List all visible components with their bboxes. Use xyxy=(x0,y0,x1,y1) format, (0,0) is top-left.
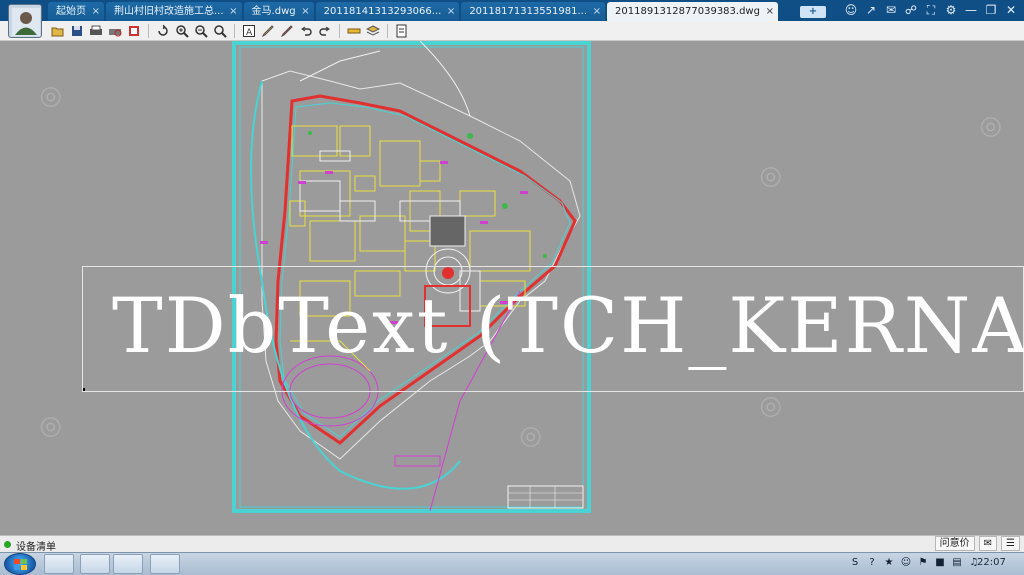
taskbar-explorer-icon[interactable] xyxy=(44,554,74,574)
tab-label: 2011891312877039383.dwg xyxy=(615,6,760,17)
tab-label: 金马.dwg xyxy=(251,6,296,17)
tab-label: 20118171313551981... xyxy=(469,6,588,17)
fullscreen-icon[interactable]: ⛶ xyxy=(924,2,938,18)
open-icon[interactable] xyxy=(50,23,66,39)
entity-type-label: TDbText (TCH_KERNAL) xyxy=(112,281,1024,370)
zoom-out-icon[interactable] xyxy=(193,23,209,39)
save-icon[interactable] xyxy=(69,23,85,39)
tab-label: 起始页 xyxy=(56,6,86,17)
taskbar-app-icon[interactable] xyxy=(80,554,110,574)
tab-document-4[interactable]: 20118141313293066... × xyxy=(315,2,460,21)
tab-close-icon[interactable]: × xyxy=(766,2,774,21)
window-controls: ☺ ↗ ✉ ☍ ⛶ ⚙ — ❐ ✕ xyxy=(844,2,1018,18)
status-text[interactable]: 设备清单 xyxy=(16,538,56,553)
layers-icon[interactable] xyxy=(365,23,381,39)
central-building xyxy=(429,215,466,247)
zoom-in-icon[interactable] xyxy=(174,23,190,39)
help-icon[interactable]: ? xyxy=(865,556,879,570)
flag-icon[interactable]: ⚑ xyxy=(916,556,930,570)
close-icon[interactable]: ✕ xyxy=(1004,2,1018,18)
site-boundary xyxy=(261,70,581,460)
title-block xyxy=(507,485,584,509)
link-icon[interactable]: ☍ xyxy=(904,2,918,18)
tab-document-active[interactable]: 2011891312877039383.dwg × xyxy=(607,2,778,21)
toolbar-separator xyxy=(148,24,149,38)
share-icon[interactable]: ↗ xyxy=(864,2,878,18)
text-icon[interactable]: A xyxy=(241,23,257,39)
rotate-icon[interactable] xyxy=(155,23,171,39)
redo-icon[interactable] xyxy=(317,23,333,39)
minimize-icon[interactable]: — xyxy=(964,2,978,18)
tab-start-page[interactable]: 起始页 × xyxy=(48,2,104,21)
avatar-icon xyxy=(12,8,40,36)
svg-text:A: A xyxy=(246,28,253,37)
tab-close-icon[interactable]: × xyxy=(593,2,601,21)
toolbar-separator xyxy=(339,24,340,38)
restore-icon[interactable]: ❐ xyxy=(984,2,998,18)
road-line xyxy=(419,41,471,117)
tab-document-3[interactable]: 金马.dwg × xyxy=(243,2,314,21)
qq-icon[interactable]: ☺ xyxy=(899,556,913,570)
green-dots xyxy=(308,131,547,258)
feedback-button[interactable]: 问意价 xyxy=(934,536,975,551)
legend-block xyxy=(394,455,441,467)
taskbar-stack-icon[interactable] xyxy=(113,554,143,574)
taskbar-cad-viewer-icon[interactable] xyxy=(150,554,180,574)
properties-icon[interactable] xyxy=(394,23,410,39)
users-icon[interactable]: ☺ xyxy=(844,2,858,18)
settings-icon[interactable]: ⚙ xyxy=(944,2,958,18)
print-preview-icon[interactable] xyxy=(107,23,123,39)
tab-close-icon[interactable]: × xyxy=(447,2,455,21)
toolbar-separator xyxy=(387,24,388,38)
tab-close-icon[interactable]: × xyxy=(301,2,309,21)
print-icon[interactable] xyxy=(88,23,104,39)
windows-logo-icon xyxy=(14,559,28,571)
user-avatar-button[interactable] xyxy=(8,4,42,38)
measure-icon[interactable] xyxy=(346,23,362,39)
status-actions: 问意价 ✉ ☰ xyxy=(934,536,1020,551)
toolbar-separator xyxy=(234,24,235,38)
chat-icon[interactable]: ✉ xyxy=(884,2,898,18)
title-bar: 起始页 × 荆山村旧村改造施工总... × 金马.dwg × 201181413132… xyxy=(0,0,1024,21)
drawing-canvas[interactable]: ◎ ◎ ◎ ◎ ◎ ◎ TDbText (TCH_KERNAL) xyxy=(0,41,1024,535)
expand-icon[interactable]: ☰ xyxy=(1001,536,1020,551)
tab-close-icon[interactable]: × xyxy=(92,2,100,21)
start-button[interactable] xyxy=(4,553,36,575)
status-online-icon xyxy=(4,541,11,548)
toolbar: A xyxy=(0,21,1024,41)
undo-icon[interactable] xyxy=(298,23,314,39)
taskbar-clock[interactable]: 22:07 xyxy=(977,557,1006,568)
tab-close-icon[interactable]: × xyxy=(229,2,237,21)
network-icon[interactable]: ▤ xyxy=(950,556,964,570)
tab-document-2[interactable]: 荆山村旧村改造施工总... × xyxy=(106,2,242,21)
highlight-icon[interactable] xyxy=(279,23,295,39)
zoom-window-icon[interactable] xyxy=(212,23,228,39)
device-icon[interactable]: ■ xyxy=(933,556,947,570)
tab-label: 20118141313293066... xyxy=(323,6,442,17)
title-block-grid xyxy=(508,486,583,508)
pencil-icon[interactable] xyxy=(260,23,276,39)
tab-label: 荆山村旧村改造施工总... xyxy=(114,6,224,17)
tab-strip: 起始页 × 荆山村旧村改造施工总... × 金马.dwg × 201181413132… xyxy=(48,2,778,21)
input-method-icon[interactable]: S xyxy=(848,556,862,570)
new-tab-button[interactable]: + xyxy=(800,6,826,18)
export-icon[interactable] xyxy=(126,23,142,39)
chat-icon[interactable]: ✉ xyxy=(978,536,998,551)
status-bar: 设备清单 问意价 ✉ ☰ xyxy=(0,535,1024,553)
system-tray: S ? ★ ☺ ⚑ ■ ▤ ♫ xyxy=(848,556,981,570)
notification-icon[interactable]: ★ xyxy=(882,556,896,570)
tab-document-5[interactable]: 20118171313551981... × xyxy=(461,2,606,21)
os-taskbar: S ? ★ ☺ ⚑ ■ ▤ ♫ 22:07 xyxy=(0,552,1024,575)
